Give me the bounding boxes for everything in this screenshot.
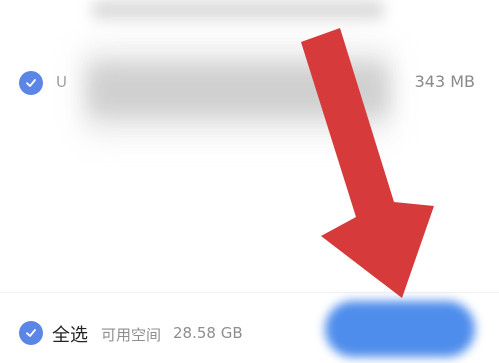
list-item[interactable]: U 343 MB xyxy=(0,40,499,140)
blurred-content-top xyxy=(92,0,384,20)
confirm-button[interactable] xyxy=(325,301,475,357)
screen: U 343 MB 全选 可用空间 28.58 GB xyxy=(0,0,499,363)
checkmark-icon xyxy=(26,329,36,337)
blurred-overlay xyxy=(88,64,388,116)
list-item-name: U xyxy=(56,73,67,91)
list-item-size: 343 MB xyxy=(414,72,475,91)
available-space-label: 可用空间 xyxy=(101,326,162,344)
available-space-value: 28.58 GB xyxy=(173,324,243,342)
checkmark-icon xyxy=(26,79,36,87)
select-all-checkbox-icon[interactable] xyxy=(19,321,43,345)
select-all-label[interactable]: 全选 xyxy=(52,321,88,347)
bottom-action-bar: 全选 可用空间 28.58 GB xyxy=(0,292,499,363)
checkbox-checked-icon[interactable] xyxy=(19,71,43,95)
